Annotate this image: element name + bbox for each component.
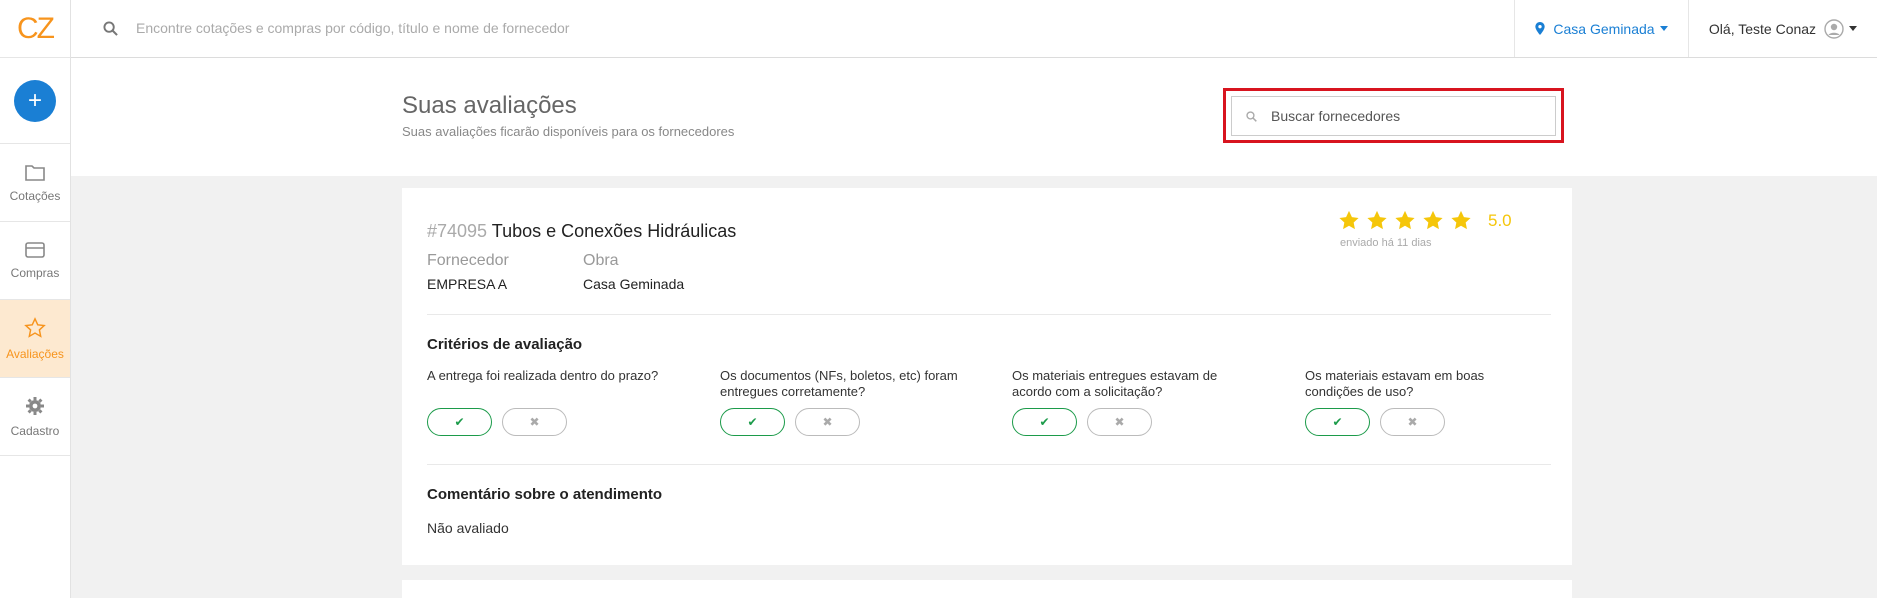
- chevron-down-icon: [1849, 26, 1858, 31]
- divider: [427, 464, 1551, 465]
- yes-button[interactable]: ✔: [1305, 408, 1370, 436]
- page-title: Suas avaliações: [402, 92, 577, 119]
- yes-button[interactable]: ✔: [427, 408, 492, 436]
- user-greeting: Olá, Teste Conaz: [1708, 20, 1817, 37]
- sidebar-item-cotacoes[interactable]: Cotações: [0, 144, 70, 222]
- star-icon[interactable]: [1450, 210, 1472, 231]
- sidebar-item-label: Compras: [10, 265, 60, 280]
- review-title[interactable]: #74095 Tubos e Conexões Hidráulicas: [427, 221, 736, 242]
- criterion: Os materiais estavam em boas condições d…: [1305, 368, 1545, 436]
- search-icon: [1246, 110, 1257, 122]
- folder-icon: [25, 164, 45, 181]
- no-button[interactable]: ✖: [1087, 408, 1152, 436]
- star-icon: [24, 316, 46, 338]
- avatar-icon: [1824, 18, 1844, 39]
- rating: 5.0: [1338, 210, 1512, 231]
- page-header: Suas avaliações Suas avaliações ficarão …: [71, 58, 1877, 176]
- logo[interactable]: CZ: [0, 0, 70, 58]
- sidebar-item-label: Cadastro: [10, 423, 60, 438]
- sidebar: CZ + Cotações Compras Avaliações Cadastr…: [0, 0, 71, 598]
- review-card: [402, 580, 1572, 598]
- sidebar-item-avaliacoes[interactable]: Avaliações: [0, 300, 70, 378]
- map-pin-icon: [1535, 22, 1546, 35]
- criterion: A entrega foi realizada dentro do prazo?…: [427, 368, 667, 436]
- criteria-title: Critérios de avaliação: [427, 336, 583, 353]
- star-icon[interactable]: [1422, 210, 1444, 231]
- no-button[interactable]: ✖: [502, 408, 567, 436]
- criterion-question: A entrega foi realizada dentro do prazo?: [427, 368, 659, 383]
- criterion-question: Os materiais estavam em boas condições d…: [1305, 368, 1485, 399]
- star-rating: [1338, 210, 1472, 231]
- obra-selector[interactable]: Casa Geminada: [1514, 0, 1688, 57]
- topbar: Casa Geminada Olá, Teste Conaz: [71, 0, 1877, 58]
- chevron-down-icon: [1659, 26, 1668, 31]
- search-icon: [103, 20, 118, 36]
- review-card: #74095 Tubos e Conexões Hidráulicas Forn…: [402, 188, 1572, 565]
- star-icon[interactable]: [1366, 210, 1388, 231]
- review-number: #74095: [427, 221, 488, 241]
- add-button[interactable]: +: [14, 79, 56, 122]
- fornecedor-label: Fornecedor: [427, 252, 509, 269]
- star-icon[interactable]: [1338, 210, 1360, 231]
- criterion: Os documentos (NFs, boletos, etc) foram …: [720, 368, 960, 436]
- sidebar-item-label: Avaliações: [6, 346, 64, 361]
- star-icon[interactable]: [1394, 210, 1416, 231]
- card-icon: [25, 241, 45, 258]
- yes-button[interactable]: ✔: [720, 408, 785, 436]
- obra-label: Obra: [583, 252, 619, 269]
- gear-icon: [26, 396, 44, 415]
- yes-button[interactable]: ✔: [1012, 408, 1077, 436]
- criterion-question: Os documentos (NFs, boletos, etc) foram …: [720, 368, 958, 399]
- no-button[interactable]: ✖: [795, 408, 860, 436]
- review-name: Tubos e Conexões Hidráulicas: [491, 221, 737, 241]
- global-search: [103, 0, 1036, 56]
- global-search-input[interactable]: [136, 20, 1036, 36]
- obra-value: Casa Geminada: [583, 276, 685, 292]
- no-button[interactable]: ✖: [1380, 408, 1445, 436]
- obra-name: Casa Geminada: [1553, 20, 1655, 37]
- sidebar-item-label: Cotações: [9, 188, 61, 203]
- comment-text: Não avaliado: [427, 520, 509, 536]
- divider: [427, 314, 1551, 315]
- supplier-search: [1231, 96, 1556, 136]
- page-subtitle: Suas avaliações ficarão disponíveis para…: [402, 124, 735, 139]
- obra-block: Obra Casa Geminada: [583, 252, 684, 292]
- sidebar-item-compras[interactable]: Compras: [0, 222, 70, 300]
- add-wrap: +: [0, 58, 70, 144]
- comment-title: Comentário sobre o atendimento: [427, 486, 663, 503]
- fornecedor-block: Fornecedor EMPRESA A: [427, 252, 509, 292]
- supplier-search-input[interactable]: [1271, 108, 1531, 124]
- criterion-question: Os materiais entregues estavam de acordo…: [1012, 368, 1218, 399]
- criterion: Os materiais entregues estavam de acordo…: [1012, 368, 1252, 436]
- fornecedor-value: EMPRESA A: [427, 276, 508, 292]
- sent-time: enviado há 11 dias: [1340, 237, 1432, 249]
- user-menu[interactable]: Olá, Teste Conaz: [1688, 0, 1877, 57]
- rating-score: 5.0: [1488, 210, 1512, 230]
- sidebar-item-cadastro[interactable]: Cadastro: [0, 378, 70, 456]
